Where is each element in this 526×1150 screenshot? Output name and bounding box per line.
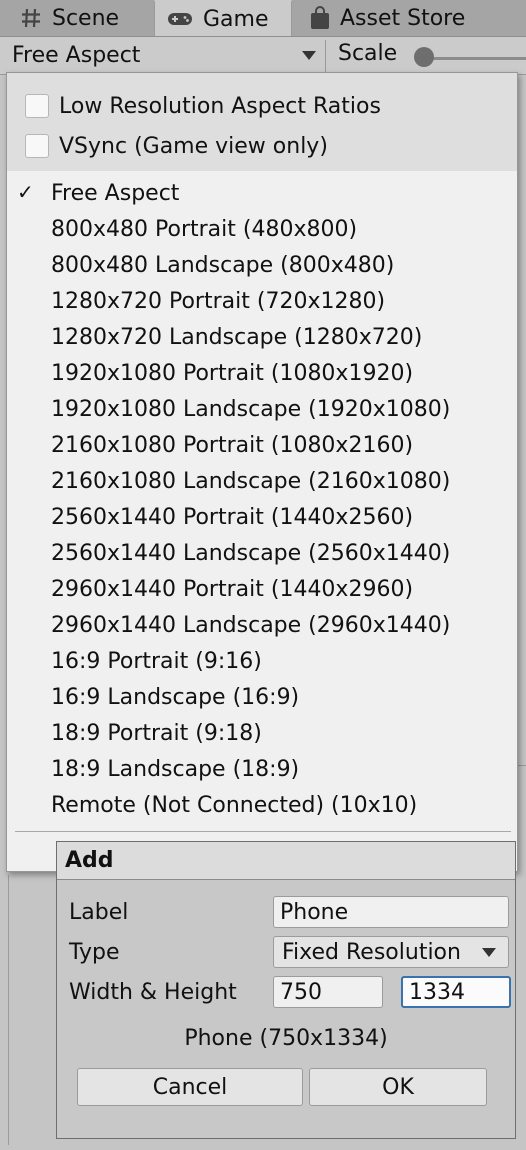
scale-slider-track[interactable] (428, 57, 526, 60)
menu-item-label: Remote (Not Connected) (10x10) (51, 792, 418, 818)
menu-item-label: 18:9 Landscape (18:9) (51, 756, 300, 782)
aspect-ratio-value: Free Aspect (12, 42, 141, 68)
menu-item[interactable]: 800x480 Landscape (800x480) (7, 247, 517, 283)
gamepad-icon (167, 10, 193, 28)
low-resolution-option[interactable]: Low Resolution Aspect Ratios (25, 91, 381, 121)
height-input[interactable] (401, 976, 511, 1008)
menu-item-label: 2560x1440 Portrait (1440x2560) (51, 504, 414, 530)
menu-item-label: 1280x720 Portrait (720x1280) (51, 288, 386, 314)
cancel-button[interactable]: Cancel (77, 1068, 303, 1106)
menu-item-label: 2960x1440 Portrait (1440x2960) (51, 576, 414, 602)
editor-tab-bar: Scene Game Asset Store (0, 0, 526, 37)
label-field-label: Label (69, 900, 129, 925)
tab-scene-label: Scene (52, 5, 120, 31)
menu-item[interactable]: 1920x1080 Portrait (1080x1920) (7, 355, 517, 391)
menu-item-label: 2160x1080 Landscape (2160x1080) (51, 468, 451, 494)
checkmark-icon: ✓ (17, 180, 34, 204)
menu-item[interactable]: 800x480 Portrait (480x800) (7, 211, 517, 247)
width-input[interactable] (273, 976, 383, 1008)
tab-game[interactable]: Game (154, 0, 292, 36)
popup-title: Add (57, 842, 515, 880)
aspect-ratio-dropdown[interactable]: Free Aspect (4, 39, 322, 71)
menu-item[interactable]: 1280x720 Landscape (1280x720) (7, 319, 517, 355)
menu-item[interactable]: 18:9 Portrait (9:18) (7, 715, 517, 751)
menu-item-label: 2160x1080 Portrait (1080x2160) (51, 432, 414, 458)
scale-label: Scale (338, 41, 398, 66)
hash-grid-icon (20, 7, 42, 29)
menu-item[interactable]: 2560x1440 Portrait (1440x2560) (7, 499, 517, 535)
menu-item-label: 800x480 Landscape (800x480) (51, 252, 395, 278)
menu-item-label: 16:9 Portrait (9:16) (51, 648, 262, 674)
menu-item[interactable]: 16:9 Portrait (9:16) (7, 643, 517, 679)
ok-button[interactable]: OK (309, 1068, 487, 1106)
menu-item[interactable]: 2560x1440 Landscape (2560x1440) (7, 535, 517, 571)
menu-item-label: 1920x1080 Portrait (1080x1920) (51, 360, 414, 386)
resolution-preview: Phone (750x1334) (184, 1026, 388, 1051)
menu-item-label: 18:9 Portrait (9:18) (51, 720, 262, 746)
menu-item[interactable]: 2960x1440 Landscape (2960x1440) (7, 607, 517, 643)
low-resolution-checkbox[interactable] (25, 94, 49, 118)
menu-item-label: 16:9 Landscape (16:9) (51, 684, 300, 710)
menu-item[interactable]: 1280x720 Portrait (720x1280) (7, 283, 517, 319)
menu-item-label: 1920x1080 Landscape (1920x1080) (51, 396, 451, 422)
menu-item[interactable]: 1920x1080 Landscape (1920x1080) (7, 391, 517, 427)
menu-item-label: 2960x1440 Landscape (2960x1440) (51, 612, 451, 638)
menu-item[interactable]: 2160x1080 Landscape (2160x1080) (7, 463, 517, 499)
size-field-label: Width & Height (69, 980, 237, 1005)
menu-item[interactable]: 16:9 Landscape (16:9) (7, 679, 517, 715)
game-view-toolbar: Free Aspect Scale (0, 37, 526, 75)
shopping-bag-icon (310, 6, 330, 30)
type-field-label: Type (69, 940, 120, 965)
menu-item-label: 2560x1440 Landscape (2560x1440) (51, 540, 451, 566)
chevron-down-icon (482, 948, 496, 957)
vsync-option[interactable]: VSync (Game view only) (25, 131, 328, 161)
tab-scene[interactable]: Scene (0, 0, 152, 36)
dropdown-arrow-icon (302, 51, 316, 60)
type-select[interactable]: Fixed Resolution (273, 936, 509, 968)
menu-item[interactable]: 2960x1440 Portrait (1440x2960) (7, 571, 517, 607)
menu-item-free-aspect[interactable]: ✓ Free Aspect (7, 175, 517, 211)
menu-item-label: 1280x720 Landscape (1280x720) (51, 324, 423, 350)
vsync-label: VSync (Game view only) (59, 133, 328, 159)
menu-item[interactable]: 18:9 Landscape (18:9) (7, 751, 517, 787)
menu-item-remote[interactable]: Remote (Not Connected) (10x10) (7, 787, 517, 823)
label-input[interactable] (273, 896, 509, 928)
vsync-checkbox[interactable] (25, 134, 49, 158)
add-resolution-popup: Add Label Type Fixed Resolution Width & … (56, 841, 516, 1139)
type-select-value: Fixed Resolution (282, 939, 461, 965)
menu-divider (15, 831, 511, 832)
viewport-edge (8, 875, 9, 1145)
toolbar-divider (325, 40, 326, 72)
menu-item-label: Free Aspect (51, 180, 180, 206)
low-resolution-label: Low Resolution Aspect Ratios (59, 93, 381, 119)
scale-slider-thumb[interactable] (414, 47, 434, 67)
menu-item-label: 800x480 Portrait (480x800) (51, 216, 358, 242)
tab-asset-store[interactable]: Asset Store (296, 0, 526, 36)
tab-game-label: Game (203, 6, 269, 32)
aspect-ratio-menu: Low Resolution Aspect Ratios VSync (Game… (6, 72, 518, 872)
menu-item[interactable]: 2160x1080 Portrait (1080x2160) (7, 427, 517, 463)
tab-asset-store-label: Asset Store (340, 5, 466, 31)
